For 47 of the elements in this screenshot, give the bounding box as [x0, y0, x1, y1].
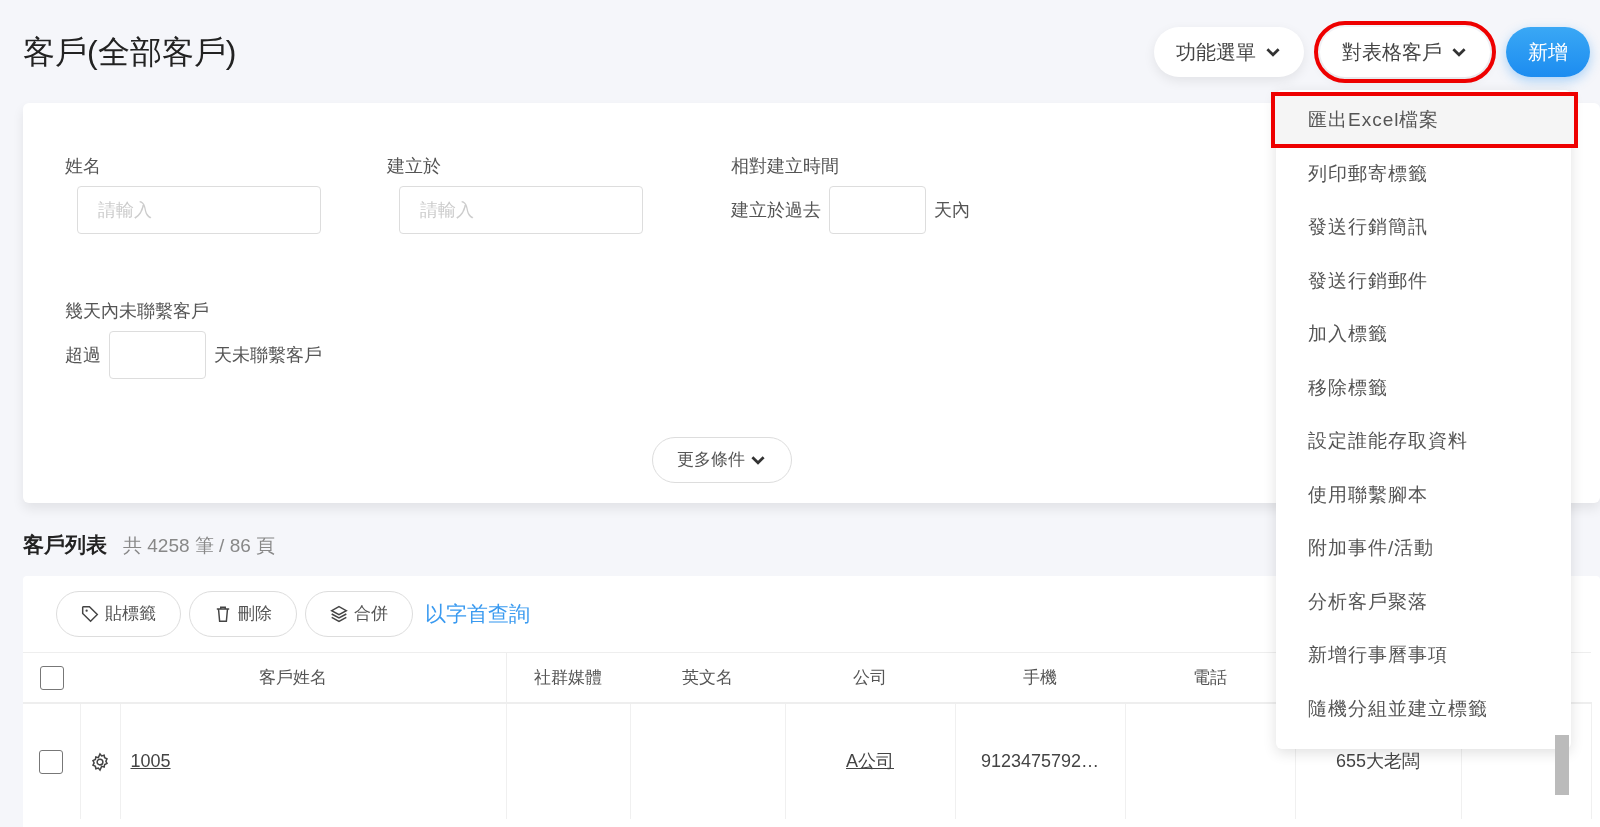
tag-icon	[81, 605, 99, 623]
menu-item[interactable]: 新增行事曆事項	[1276, 628, 1571, 682]
select-all-checkbox[interactable]	[39, 666, 64, 690]
table-cell: 655大老闆	[1335, 750, 1420, 771]
menu-item[interactable]: 發送行銷簡訊	[1276, 200, 1571, 254]
menu-item[interactable]: 附加事件/活動	[1276, 521, 1571, 575]
number-input[interactable]	[829, 186, 926, 234]
column-header: 英文名	[682, 667, 733, 687]
menu-item[interactable]: 發送行銷郵件	[1276, 253, 1571, 307]
row-checkbox[interactable]	[39, 749, 64, 774]
toolbar-button[interactable]: 刪除	[189, 591, 297, 637]
field-label: 幾天內未聯繫客戶	[65, 300, 210, 323]
field-label: 姓名	[65, 155, 102, 178]
cell-link[interactable]: A公司	[846, 750, 894, 771]
menu-item[interactable]: 移除標籤	[1276, 360, 1571, 414]
field-label: 相對建立時間	[731, 155, 840, 178]
column-header: 社群媒體	[534, 667, 603, 687]
menu-item[interactable]: 加入標籤	[1276, 307, 1571, 361]
number-input[interactable]	[109, 331, 206, 379]
dropdown-button[interactable]: 功能選單	[1154, 26, 1304, 77]
menu-item[interactable]: 分析客戶聚落	[1276, 574, 1571, 628]
field-label: 建立於	[387, 155, 442, 178]
menu-item[interactable]: 列印郵寄標籤	[1276, 146, 1571, 200]
field-suffix: 天內	[934, 198, 970, 222]
menu-item[interactable]: 隨機分組並建立標籤	[1276, 681, 1571, 735]
field-suffix: 天未聯繫客戶	[214, 343, 322, 367]
column-header: 電話	[1193, 667, 1227, 687]
cell-link[interactable]: 1005	[130, 750, 171, 771]
record-count: 共 4258 筆 / 86 頁	[123, 534, 276, 558]
menu-item[interactable]: 使用聯繫腳本	[1276, 467, 1571, 521]
page-title: 客戶(全部客戶)	[23, 32, 237, 72]
field-prefix: 超過	[65, 343, 101, 367]
gear-icon	[90, 751, 110, 772]
menu-item[interactable]: 匯出Excel檔案	[1272, 93, 1577, 147]
column-header: 客戶姓名	[258, 667, 327, 687]
toolbar-button[interactable]: 貼標籤	[56, 591, 181, 637]
column-header: 手機	[1023, 667, 1057, 687]
menu-item[interactable]: 設定誰能存取資料	[1276, 414, 1571, 468]
list-title: 客戶列表	[23, 532, 107, 558]
table-cell: 9123475792…	[980, 750, 1100, 771]
column-header: 公司	[853, 667, 887, 687]
toolbar-button[interactable]: 合併	[305, 591, 413, 637]
trash-icon	[214, 605, 232, 623]
more-conditions-button[interactable]: 更多條件	[651, 437, 792, 483]
scrollbar-thumb[interactable]	[1555, 735, 1569, 795]
field-prefix: 建立於過去	[731, 198, 821, 222]
layers-icon	[330, 605, 348, 623]
